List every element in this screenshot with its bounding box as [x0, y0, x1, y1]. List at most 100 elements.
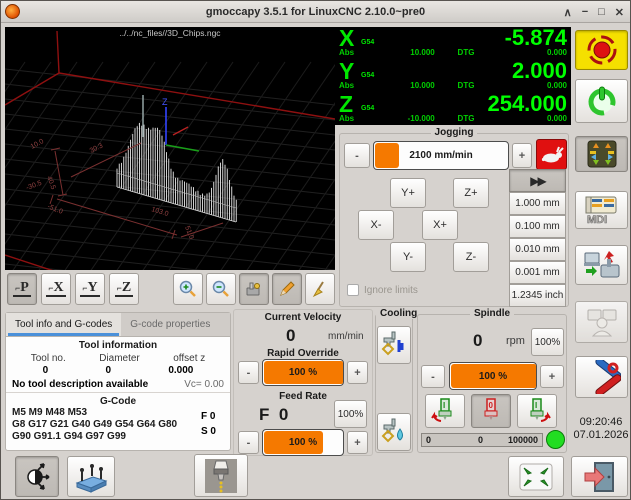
rabbit-icon: [540, 146, 564, 164]
jog-increment-0001mm-button[interactable]: 0.001 mm: [509, 261, 566, 284]
gremlin-preview[interactable]: Z 10.0 40.5 -30.5 -51.0 103.0 51.0 30.3 …: [5, 27, 335, 270]
maximize-button[interactable]: □: [598, 6, 605, 18]
clear-plot-button[interactable]: [305, 273, 335, 305]
feed-plus-button[interactable]: +: [347, 431, 368, 454]
dimension-labels: 10.0 40.5 -30.5 -51.0 103.0 51.0 30.3: [25, 138, 194, 240]
jog-increment-01mm-button[interactable]: 0.100 mm: [509, 215, 566, 238]
svg-text:I: I: [535, 401, 537, 410]
jog-z-plus-button[interactable]: Z+: [453, 178, 489, 208]
zoom-in-button[interactable]: [173, 273, 203, 305]
jog-z-minus-button[interactable]: Z-: [453, 242, 489, 272]
touch-off-icon: [22, 462, 52, 492]
spindle-override-slider[interactable]: 100 %: [449, 362, 537, 390]
spindle-forward-button[interactable]: I: [517, 394, 557, 428]
exit-button[interactable]: [571, 456, 628, 497]
rapid-plus-button[interactable]: +: [347, 361, 368, 384]
rapid-override-value: 100 %: [263, 360, 343, 385]
estop-icon: [585, 34, 619, 66]
view-z-button[interactable]: Z: [109, 273, 139, 305]
shade-window-button[interactable]: ∧: [564, 6, 572, 19]
app-window: gmoccapy 3.5.1 for LinuxCNC 2.10.0~pre0 …: [0, 0, 631, 500]
z-axis-label: Z: [162, 97, 168, 107]
gcode-title: G-Code: [6, 396, 230, 407]
jog-increment-continuous-button[interactable]: ▶▶: [509, 169, 566, 192]
power-icon: [584, 83, 620, 119]
jog-increment-inch-button[interactable]: 1.2345 inch: [509, 284, 566, 307]
auto-mode-button[interactable]: [575, 245, 628, 285]
toggle-tool-path-button[interactable]: [239, 273, 269, 305]
jog-x-plus-button[interactable]: X+: [422, 210, 458, 240]
mist-icon: [381, 330, 407, 360]
estop-button[interactable]: [575, 30, 628, 70]
pencil-icon: [277, 279, 297, 299]
tool-measure-button[interactable]: [194, 454, 248, 497]
dro-row-z[interactable]: Z G54 254.000 Abs -10.000 DTG 0.000: [335, 93, 571, 125]
spindle-speed-bar: 0 0 100000: [421, 433, 543, 447]
toggle-dimensions-button[interactable]: [272, 273, 302, 305]
broom-icon: [310, 279, 330, 299]
machine-on-button[interactable]: [575, 79, 628, 123]
tool-info-values: 0 0 0.000: [6, 364, 230, 377]
view-y-button[interactable]: Y: [75, 273, 105, 305]
rapid-override-title: Rapid Override: [241, 348, 365, 359]
spindle-bar-mid: 0: [478, 435, 483, 445]
active-feed: F 0: [201, 409, 216, 424]
svg-text:I: I: [443, 401, 445, 410]
spindle-stop-button[interactable]: 0: [471, 394, 511, 428]
jog-speed-minus-button[interactable]: -: [344, 143, 370, 168]
tool-description: No tool description available: [12, 379, 148, 390]
user-settings-button[interactable]: [575, 301, 628, 343]
tab-tool-info[interactable]: Tool info and G-codes: [6, 313, 121, 336]
vc-value: Vc= 0.00: [184, 379, 224, 390]
jog-y-plus-button[interactable]: Y+: [390, 178, 426, 208]
jog-increment-001mm-button[interactable]: 0.010 mm: [509, 238, 566, 261]
tool-length-sensor-icon: [201, 458, 241, 494]
spindle-plus-button[interactable]: +: [540, 365, 564, 388]
mdi-keyboard-icon: MDI: [584, 195, 620, 225]
jog-speed-slider[interactable]: 2100 mm/min: [373, 141, 509, 170]
jog-y-minus-button[interactable]: Y-: [390, 242, 426, 272]
zoom-out-button[interactable]: [206, 273, 236, 305]
dro-row-y[interactable]: Y G54 2.000 Abs 10.000 DTG 0.000: [335, 60, 571, 92]
svg-text:30.3: 30.3: [89, 142, 104, 154]
clock-time: 09:20:46: [571, 416, 631, 429]
jog-speed-plus-button[interactable]: +: [512, 143, 532, 168]
touch-plate-button[interactable]: [67, 456, 115, 497]
mist-button[interactable]: [377, 326, 411, 364]
current-velocity-title: Current Velocity: [241, 312, 365, 323]
svg-text:0: 0: [489, 401, 494, 410]
touch-off-button[interactable]: [15, 456, 59, 497]
spindle-reverse-button[interactable]: I: [425, 394, 465, 428]
manual-mode-button[interactable]: [575, 136, 628, 172]
minimize-button[interactable]: −: [582, 6, 588, 18]
tab-gcode-properties[interactable]: G-code properties: [121, 313, 219, 336]
y-axis-line: [166, 145, 199, 151]
ignore-limits-checkbox[interactable]: Ignore limits: [347, 284, 418, 296]
checkbox-box[interactable]: [347, 284, 359, 296]
spindle-reset-button[interactable]: 100%: [531, 328, 564, 356]
active-gcodes-1: G8 G17 G21 G40 G49 G54 G64 G80: [6, 419, 230, 431]
mdi-mode-button[interactable]: MDI: [575, 191, 628, 229]
jog-increment-1mm-button[interactable]: 1.000 mm: [509, 192, 566, 215]
run-from-file-icon: [583, 249, 621, 281]
spindle-minus-button[interactable]: -: [421, 365, 445, 388]
dro-panel[interactable]: X G54 -5.874 Abs 10.000 DTG 0.000 Y G54 …: [335, 27, 571, 125]
tool-info-notebook: Tool info and G-codes G-code properties …: [5, 312, 231, 451]
view-x-button[interactable]: X: [41, 273, 71, 305]
loaded-file-path: ../../nc_files//3D_Chips.ngc: [119, 28, 221, 38]
svg-text:MDI: MDI: [587, 214, 607, 225]
feed-rate-slider[interactable]: 100 %: [262, 429, 344, 456]
view-perspective-button[interactable]: P: [7, 273, 37, 305]
rapid-minus-button[interactable]: -: [238, 361, 259, 384]
svg-text:-51.0: -51.0: [46, 203, 64, 216]
flood-button[interactable]: [377, 413, 411, 451]
close-button[interactable]: ✕: [615, 6, 624, 19]
fullscreen-button[interactable]: [508, 456, 564, 497]
jog-x-minus-button[interactable]: X-: [358, 210, 394, 240]
rapid-override-slider[interactable]: 100 %: [262, 359, 344, 386]
feed-reset-button[interactable]: 100%: [334, 400, 367, 428]
turtle-rabbit-speed-button[interactable]: [536, 139, 567, 170]
dro-row-x[interactable]: X G54 -5.874 Abs 10.000 DTG 0.000: [335, 27, 571, 59]
feed-minus-button[interactable]: -: [238, 431, 259, 454]
settings-button[interactable]: [575, 356, 628, 398]
